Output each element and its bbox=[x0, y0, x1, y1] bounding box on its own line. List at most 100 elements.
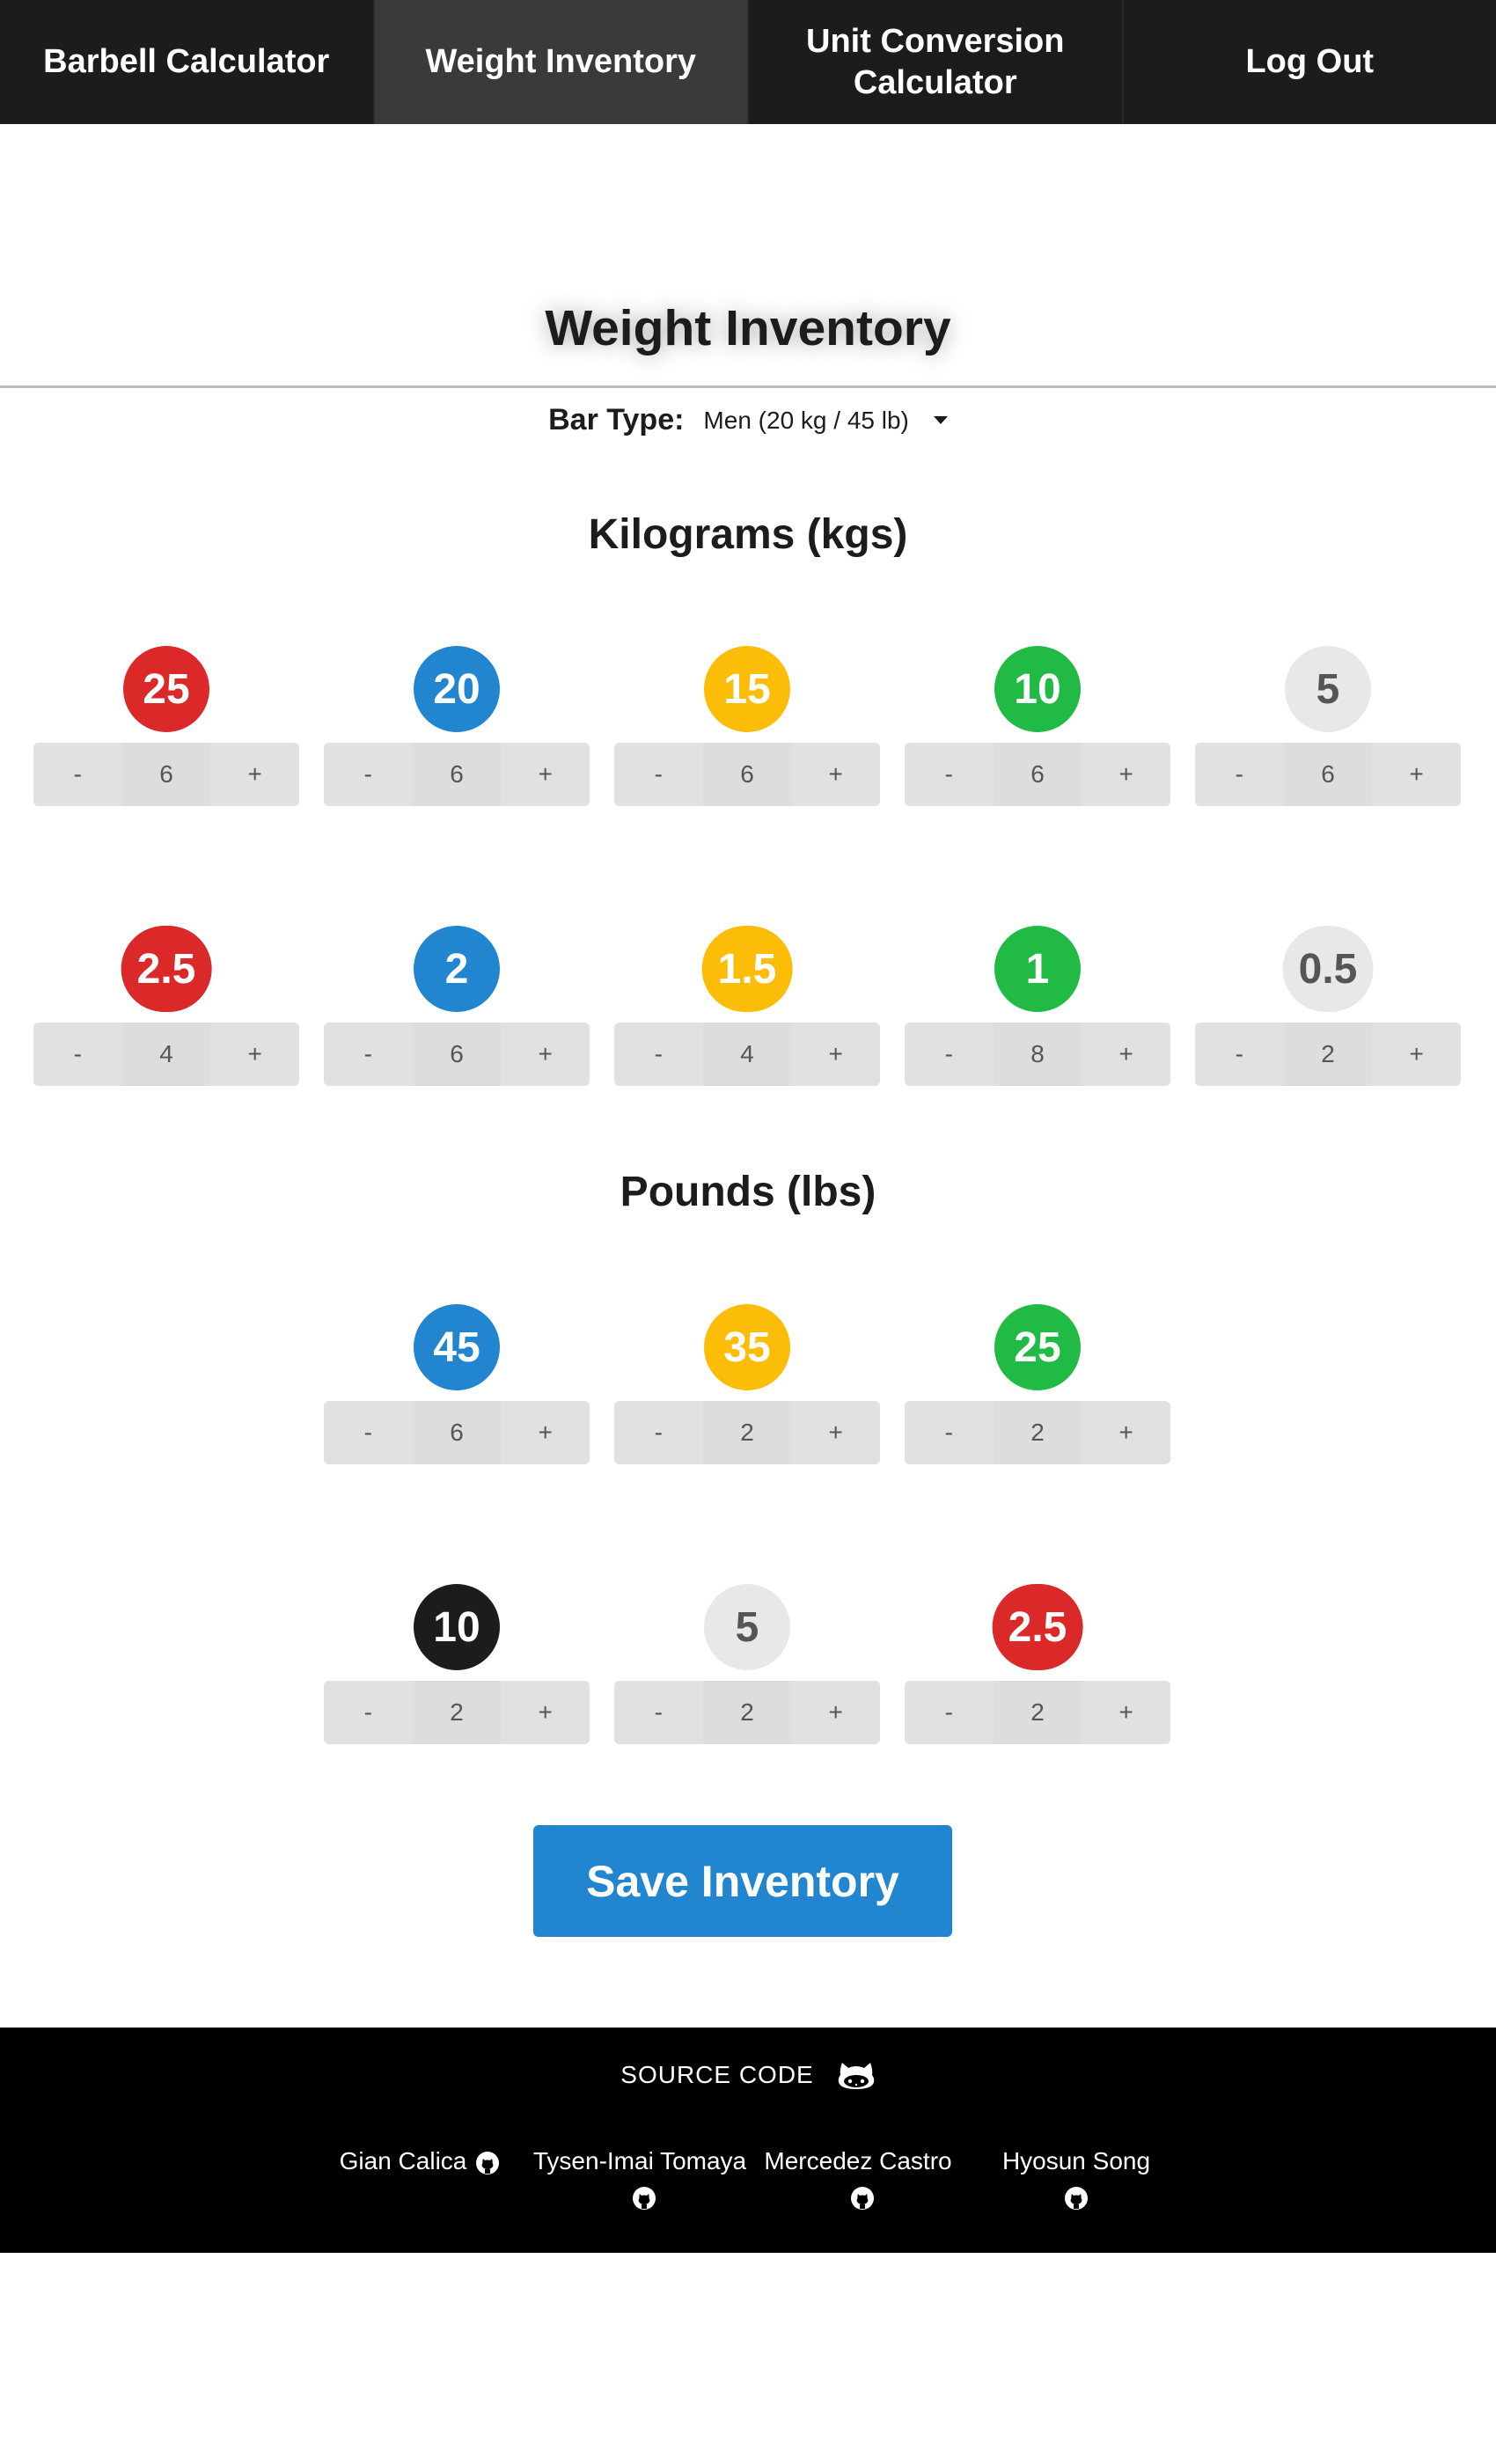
decrement-button[interactable]: - bbox=[614, 1023, 703, 1086]
kg-plate-card: 5 -6 + bbox=[1195, 646, 1462, 806]
decrement-button[interactable]: - bbox=[614, 1401, 703, 1464]
plate-count-stepper: -6 + bbox=[33, 743, 300, 806]
kg-plate-card: 20 -6 + bbox=[324, 646, 590, 806]
decrement-button[interactable]: - bbox=[1195, 1023, 1284, 1086]
plate-weight-badge: 1 bbox=[994, 926, 1081, 1012]
nav-unit-conversion[interactable]: Unit Conversion Calculator bbox=[749, 0, 1124, 124]
plate-weight-badge: 45 bbox=[414, 1304, 500, 1390]
plate-count-stepper: -6 + bbox=[324, 743, 590, 806]
pounds-title: Pounds (lbs) bbox=[620, 1169, 876, 1215]
decrement-button[interactable]: - bbox=[1195, 743, 1284, 806]
kg-plate-card: 0.5 -2 + bbox=[1195, 926, 1462, 1086]
decrement-button[interactable]: - bbox=[905, 743, 994, 806]
decrement-button[interactable]: - bbox=[614, 743, 703, 806]
author-name: Mercedez Castro bbox=[764, 2147, 952, 2174]
increment-button[interactable]: + bbox=[210, 1023, 300, 1086]
plate-weight-badge: 2.5 bbox=[121, 926, 212, 1012]
plate-count-stepper: -2 + bbox=[614, 1401, 881, 1464]
decrement-button[interactable]: - bbox=[33, 1023, 122, 1086]
increment-button[interactable]: + bbox=[791, 1401, 881, 1464]
decrement-button[interactable]: - bbox=[324, 743, 413, 806]
increment-button[interactable]: + bbox=[791, 743, 881, 806]
increment-button[interactable]: + bbox=[210, 743, 300, 806]
save-inventory-button[interactable]: Save Inventory bbox=[533, 1825, 952, 1937]
footer: SOURCE CODE Gian Calica Tysen-Imai Tomay… bbox=[0, 2028, 1496, 2253]
nav-weight-inventory[interactable]: Weight Inventory bbox=[374, 0, 749, 124]
nav-log-out[interactable]: Log Out bbox=[1124, 0, 1496, 124]
increment-button[interactable]: + bbox=[501, 1681, 590, 1744]
decrement-button[interactable]: - bbox=[324, 1023, 413, 1086]
increment-button[interactable]: + bbox=[501, 743, 590, 806]
increment-button[interactable]: + bbox=[1372, 743, 1462, 806]
plate-weight-badge: 20 bbox=[414, 646, 500, 732]
author-hyosun-song[interactable]: Hyosun Song bbox=[967, 2144, 1185, 2214]
decrement-button[interactable]: - bbox=[324, 1401, 413, 1464]
increment-button[interactable]: + bbox=[1372, 1023, 1462, 1086]
author-name: Tysen-Imai Tomaya bbox=[532, 2147, 747, 2174]
plate-count-stepper: -6 + bbox=[1195, 743, 1462, 806]
plate-weight-badge: 5 bbox=[1285, 646, 1371, 732]
kg-plate-card: 25-6 + bbox=[33, 646, 300, 806]
plate-count-value: 2 bbox=[702, 1681, 792, 1744]
plate-count-stepper: -2 + bbox=[905, 1401, 1171, 1464]
plate-count-stepper: -4 + bbox=[614, 1023, 881, 1086]
plate-weight-badge: 5 bbox=[704, 1584, 790, 1670]
plate-count-value: 6 bbox=[993, 743, 1082, 806]
author-mercedez-castro[interactable]: Mercedez Castro bbox=[749, 2144, 967, 2214]
increment-button[interactable]: + bbox=[1082, 1401, 1171, 1464]
plate-count-value: 4 bbox=[121, 1023, 211, 1086]
plate-count-stepper: -2 + bbox=[324, 1681, 590, 1744]
bar-type-dropdown[interactable]: Men (20 kg / 45 lb) bbox=[703, 406, 948, 435]
author-tysen-imai-tomaya[interactable]: Tysen-Imai Tomaya bbox=[531, 2144, 749, 2214]
increment-button[interactable]: + bbox=[1082, 1681, 1171, 1744]
increment-button[interactable]: + bbox=[501, 1401, 590, 1464]
plate-count-value: 2 bbox=[993, 1401, 1082, 1464]
bar-type-label: Bar Type: bbox=[548, 403, 685, 436]
lb-plate-card: 10-2 + bbox=[324, 1584, 590, 1744]
bar-type-row: Bar Type: Men (20 kg / 45 lb) bbox=[0, 403, 1496, 437]
plate-count-value: 6 bbox=[121, 743, 211, 806]
author-gian-calica[interactable]: Gian Calica bbox=[311, 2144, 529, 2214]
caret-down-icon bbox=[933, 416, 948, 424]
plate-count-value: 2 bbox=[702, 1401, 792, 1464]
author-name: Gian Calica bbox=[339, 2147, 467, 2174]
decrement-button[interactable]: - bbox=[33, 743, 122, 806]
decrement-button[interactable]: - bbox=[905, 1401, 994, 1464]
kg-plate-card: 10-6 + bbox=[905, 646, 1171, 806]
github-icon bbox=[851, 2186, 874, 2210]
github-icon bbox=[476, 2151, 500, 2174]
plate-count-stepper: -4 + bbox=[33, 1023, 300, 1086]
bar-type-value: Men (20 kg / 45 lb) bbox=[703, 406, 909, 434]
increment-button[interactable]: + bbox=[791, 1023, 881, 1086]
lb-plate-card: 35-2 + bbox=[614, 1304, 881, 1464]
kg-plate-card: 2-6 + bbox=[324, 926, 590, 1086]
plate-weight-badge: 15 bbox=[704, 646, 790, 732]
plate-count-value: 8 bbox=[993, 1023, 1082, 1086]
decrement-button[interactable]: - bbox=[905, 1023, 994, 1086]
plate-count-value: 6 bbox=[412, 1023, 502, 1086]
plate-weight-badge: 0.5 bbox=[1282, 926, 1374, 1012]
decrement-button[interactable]: - bbox=[324, 1681, 413, 1744]
plate-weight-badge: 25 bbox=[123, 646, 209, 732]
plate-count-value: 6 bbox=[412, 1401, 502, 1464]
plate-weight-badge: 10 bbox=[994, 646, 1081, 732]
github-icon bbox=[1065, 2186, 1088, 2210]
source-code-link[interactable]: SOURCE CODE bbox=[0, 2059, 1496, 2091]
plate-count-stepper: -6 + bbox=[324, 1023, 590, 1086]
plate-count-value: 2 bbox=[1283, 1023, 1373, 1086]
increment-button[interactable]: + bbox=[1082, 1023, 1171, 1086]
lb-plate-card: 45-6 + bbox=[324, 1304, 590, 1464]
plate-count-value: 6 bbox=[702, 743, 792, 806]
plate-count-stepper: -6 + bbox=[324, 1401, 590, 1464]
plate-count-value: 2 bbox=[993, 1681, 1082, 1744]
lb-plate-card: 25-2 + bbox=[905, 1304, 1171, 1464]
plate-count-stepper: -2 + bbox=[905, 1681, 1171, 1744]
plate-count-stepper: -6 + bbox=[905, 743, 1171, 806]
plate-count-stepper: -6 + bbox=[614, 743, 881, 806]
decrement-button[interactable]: - bbox=[614, 1681, 703, 1744]
increment-button[interactable]: + bbox=[791, 1681, 881, 1744]
increment-button[interactable]: + bbox=[501, 1023, 590, 1086]
increment-button[interactable]: + bbox=[1082, 743, 1171, 806]
nav-barbell-calculator[interactable]: Barbell Calculator bbox=[0, 0, 375, 124]
decrement-button[interactable]: - bbox=[905, 1681, 994, 1744]
